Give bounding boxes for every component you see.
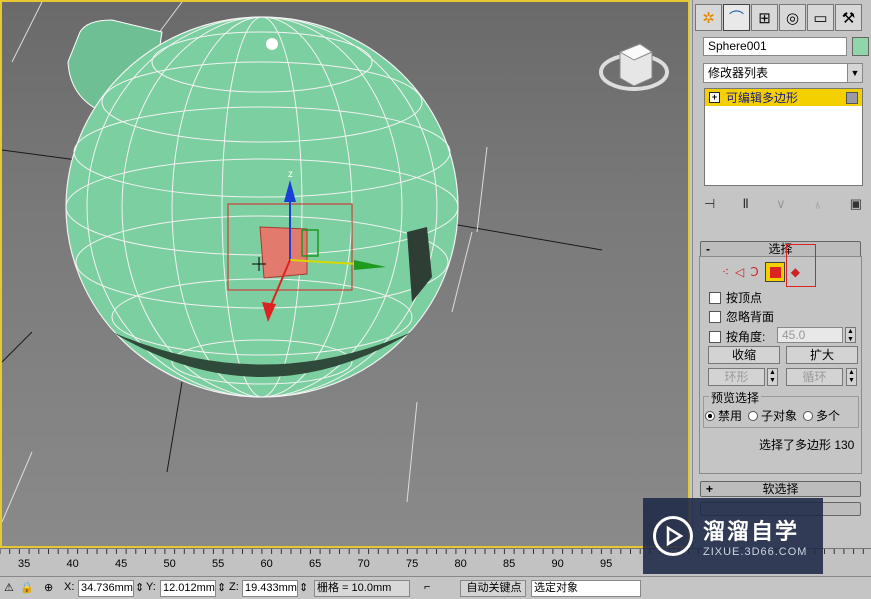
auto-key-button[interactable]: 自动关键点 [460, 580, 526, 597]
soft-selection-title: 软选择 [762, 482, 799, 496]
perspective-viewport[interactable]: z [0, 0, 690, 548]
watermark-title: 溜溜自学 [703, 519, 800, 544]
soft-selection-rollout-header[interactable]: + 软选择 [700, 481, 861, 497]
watermark: 溜溜自学 ZIXUE.3D66.COM [643, 498, 823, 574]
key-icon[interactable]: ⌐ [424, 581, 430, 593]
viewcube-icon[interactable] [599, 43, 669, 91]
modifier-stack[interactable]: + 可编辑多边形 [704, 88, 863, 186]
chevron-down-icon: ▼ [847, 64, 862, 82]
lock-icon[interactable]: 🔒 [20, 581, 34, 594]
y-label: Y: [146, 581, 156, 593]
timeline-tick-label: 45 [115, 558, 128, 570]
preview-option-multi[interactable]: 多个 [803, 407, 840, 424]
show-end-result-icon[interactable]: Ⅱ [743, 196, 749, 212]
ignore-backfacing-checkbox[interactable] [709, 310, 721, 323]
modify-tab-icon[interactable]: ⌒ [723, 4, 750, 31]
timeline-tick-label: 55 [212, 558, 225, 570]
radio-icon [705, 411, 715, 421]
remove-modifier-icon[interactable]: ♁ [813, 197, 823, 212]
timeline-tick-label: 40 [66, 558, 79, 570]
timeline-tick-label: 75 [406, 558, 419, 570]
by-vertex-label: 按顶点 [726, 291, 763, 305]
status-bar: ⚠ 🔒 ⊕ X: 34.736mm ⇕ Y: 12.012mm ⇕ Z: 19.… [0, 576, 871, 599]
timeline-tick-label: 50 [163, 558, 176, 570]
preview-selection-options: 禁用 子对象 多个 [705, 407, 840, 424]
subobject-level-buttons: ⁖ ◁ Ↄ ◆ [722, 262, 847, 282]
selection-rollout-header[interactable]: - 选择 [700, 241, 861, 257]
stack-item-label: 可编辑多边形 [726, 91, 799, 105]
watermark-subtitle: ZIXUE.3D66.COM [703, 546, 808, 558]
hierarchy-tab-icon[interactable]: ⊞ [751, 4, 778, 31]
play-logo-icon [653, 516, 693, 556]
selection-status: 选择了多边形 130 [759, 438, 855, 452]
by-angle-row[interactable]: 按角度: [709, 328, 765, 345]
object-name-field[interactable]: Sphere001 [703, 37, 847, 56]
preview-option-disabled[interactable]: 禁用 [705, 407, 742, 424]
grow-button[interactable]: 扩大 [786, 346, 858, 364]
display-tab-icon[interactable]: ▭ [807, 4, 834, 31]
create-tab-icon[interactable]: ✲ [695, 4, 722, 31]
border-icon[interactable]: Ↄ [750, 265, 758, 279]
expand-icon[interactable]: + [709, 92, 720, 103]
timeline-tick-label: 90 [551, 558, 564, 570]
key-mode-label: 选定对象 [534, 582, 578, 594]
shrink-button[interactable]: 收缩 [708, 346, 780, 364]
by-vertex-row[interactable]: 按顶点 [709, 289, 762, 306]
radio-icon [748, 411, 759, 421]
command-panel-tabs: ✲ ⌒ ⊞ ◎ ▭ ⚒ [695, 4, 862, 31]
z-coordinate-field[interactable]: 19.433mm [242, 580, 298, 597]
stack-item-toggle-icon[interactable] [846, 91, 858, 104]
timeline-tick-label: 65 [309, 558, 322, 570]
timeline-tick-label: 60 [260, 558, 273, 570]
radio-icon [803, 411, 814, 421]
by-angle-checkbox[interactable] [709, 330, 721, 343]
grid-spacing-readout: 栅格 = 10.0mm [314, 580, 410, 597]
ring-spinner-icon[interactable]: ▲ ▼ [767, 368, 778, 386]
ignore-backfacing-label: 忽略背面 [726, 310, 775, 324]
ignore-backfacing-row[interactable]: 忽略背面 [709, 308, 774, 325]
pole-highlight [266, 38, 278, 50]
viewport-scene: z [2, 2, 669, 523]
selected-polygon[interactable] [259, 226, 308, 279]
warning-icon[interactable]: ⚠ [4, 581, 14, 594]
loop-spinner-icon[interactable]: ▲ ▼ [846, 368, 857, 386]
z-spinner-icon[interactable]: ⇕ [299, 581, 308, 594]
ring-button[interactable]: 环形 [708, 368, 765, 386]
timeline-tick-label: 80 [454, 558, 467, 570]
absolute-mode-icon[interactable]: ⊕ [44, 581, 53, 594]
vertex-icon[interactable]: ⁖ [722, 265, 729, 279]
edge-icon[interactable]: ◁ [735, 265, 744, 279]
angle-spinner-icon[interactable]: ▲ ▼ [845, 327, 856, 343]
polygon-icon[interactable] [764, 262, 785, 282]
timeline-tick-label: 95 [600, 558, 613, 570]
utilities-tab-icon[interactable]: ⚒ [835, 4, 862, 31]
angle-input[interactable]: 45.0 [777, 327, 843, 343]
motion-tab-icon[interactable]: ◎ [779, 4, 806, 31]
polygon-highlight-box [786, 244, 816, 287]
preview-selection-label: 预览选择 [709, 389, 762, 406]
y-spinner-icon[interactable]: ⇕ [217, 581, 226, 594]
by-angle-label: 按角度: [726, 330, 766, 344]
configure-sets-icon[interactable]: ▣ [850, 196, 862, 212]
by-vertex-checkbox[interactable] [709, 291, 721, 304]
preview-option-subobject[interactable]: 子对象 [748, 407, 797, 424]
object-color-swatch[interactable] [852, 37, 869, 56]
y-coordinate-field[interactable]: 12.012mm [160, 580, 216, 597]
stack-toolbar: ⊣ Ⅱ ∨ ♁ ▣ [704, 194, 862, 214]
pin-stack-icon[interactable]: ⊣ [704, 196, 715, 212]
z-label: Z: [229, 581, 239, 593]
x-label: X: [64, 581, 75, 593]
x-spinner-icon[interactable]: ⇕ [135, 581, 144, 594]
modifier-list-label: 修改器列表 [708, 66, 769, 80]
timeline-tick-label: 85 [503, 558, 516, 570]
loop-button[interactable]: 循环 [786, 368, 843, 386]
key-mode-dropdown[interactable]: 选定对象 [531, 580, 641, 597]
timeline-tick-label: 70 [357, 558, 370, 570]
stack-item-editable-poly[interactable]: + 可编辑多边形 [705, 89, 862, 106]
x-coordinate-field[interactable]: 34.736mm [78, 580, 134, 597]
make-unique-icon[interactable]: ∨ [776, 196, 786, 212]
modifier-list-dropdown[interactable]: 修改器列表 ▼ [703, 63, 863, 83]
timeline-tick-label: 35 [18, 558, 31, 570]
gizmo-z-label: z [288, 169, 293, 180]
